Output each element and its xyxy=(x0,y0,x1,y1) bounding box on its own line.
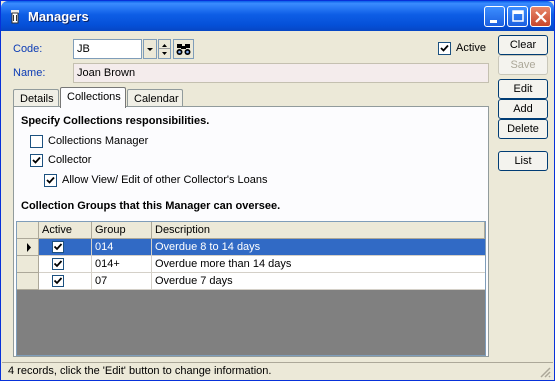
collector-label: Collector xyxy=(48,154,92,166)
checkmark-icon xyxy=(53,243,63,251)
collections-manager-checkbox[interactable] xyxy=(30,135,43,148)
code-value: JB xyxy=(77,43,90,55)
row-active-checkbox[interactable] xyxy=(52,241,64,253)
add-button[interactable]: Add xyxy=(498,99,548,119)
close-icon xyxy=(535,11,547,23)
row-group-cell[interactable]: 014 xyxy=(92,239,152,255)
delete-button[interactable]: Delete xyxy=(498,119,548,139)
row-active-cell[interactable] xyxy=(39,256,92,272)
maximize-icon xyxy=(512,10,524,22)
tab-calendar[interactable]: Calendar xyxy=(127,89,183,107)
checkmark-icon xyxy=(53,277,63,285)
binoculars-icon xyxy=(176,44,191,55)
name-value: Joan Brown xyxy=(77,67,136,79)
row-selector[interactable] xyxy=(17,239,39,256)
row-description-cell[interactable]: Overdue 8 to 14 days xyxy=(152,239,485,255)
spin-up[interactable] xyxy=(159,40,170,49)
code-label: Code: xyxy=(13,43,43,55)
active-label: Active xyxy=(456,42,486,54)
table-row[interactable]: 014 Overdue 8 to 14 days xyxy=(17,239,485,256)
resize-grip-icon[interactable] xyxy=(539,366,551,378)
name-field[interactable]: Joan Brown xyxy=(73,63,489,83)
name-label: Name: xyxy=(13,67,46,79)
row-group-cell[interactable]: 07 xyxy=(92,273,152,289)
row-description-cell[interactable]: Overdue 7 days xyxy=(152,273,485,289)
code-dropdown-button[interactable] xyxy=(143,39,157,59)
status-bar: 4 records, click the 'Edit' button to ch… xyxy=(2,362,553,380)
minimize-button[interactable] xyxy=(484,6,505,27)
row-active-checkbox[interactable] xyxy=(52,258,64,270)
responsibilities-title: Specify Collections responsibilities. xyxy=(21,115,210,127)
code-combobox[interactable]: JB xyxy=(73,39,142,59)
grid-header-group[interactable]: Group xyxy=(92,222,152,239)
list-button[interactable]: List xyxy=(498,151,548,171)
collections-manager-label: Collections Manager xyxy=(48,135,149,147)
table-row[interactable]: 07 Overdue 7 days xyxy=(17,273,485,290)
checkmark-icon xyxy=(46,176,55,184)
edit-button[interactable]: Edit xyxy=(498,79,548,99)
close-button[interactable] xyxy=(530,6,551,27)
grid-corner-header xyxy=(17,222,39,239)
grid-header-active[interactable]: Active xyxy=(39,222,92,239)
managers-window: Managers Code: JB Active Name: Joan Brow… xyxy=(0,0,555,381)
code-spin-button[interactable] xyxy=(158,39,171,59)
maximize-button[interactable] xyxy=(507,6,528,27)
row-selector[interactable] xyxy=(17,256,39,273)
title-bar[interactable]: Managers xyxy=(1,1,554,31)
row-active-cell[interactable] xyxy=(39,273,92,289)
status-text: 4 records, click the 'Edit' button to ch… xyxy=(8,365,272,377)
table-row[interactable]: 014+ Overdue more than 14 days xyxy=(17,256,485,273)
allow-edit-label: Allow View/ Edit of other Collector's Lo… xyxy=(62,174,268,186)
allow-edit-checkbox[interactable] xyxy=(44,174,57,187)
checkmark-icon xyxy=(53,260,63,268)
find-button[interactable] xyxy=(173,39,194,59)
collection-groups-grid[interactable]: Active Group Description 014 Overdue 8 t… xyxy=(16,221,486,356)
window-title: Managers xyxy=(28,9,89,24)
save-button[interactable]: Save xyxy=(498,55,548,75)
spin-down[interactable] xyxy=(159,49,170,58)
tab-collections[interactable]: Collections xyxy=(60,87,126,108)
row-active-checkbox[interactable] xyxy=(52,275,64,287)
row-pointer-icon xyxy=(27,243,31,252)
collector-checkbox[interactable] xyxy=(30,154,43,167)
checkmark-icon xyxy=(440,44,449,52)
dropdown-arrow-icon xyxy=(147,48,153,51)
checkmark-icon xyxy=(32,156,41,164)
grid-header-description[interactable]: Description xyxy=(152,222,485,239)
row-description-cell[interactable]: Overdue more than 14 days xyxy=(152,256,485,272)
row-group-cell[interactable]: 014+ xyxy=(92,256,152,272)
active-checkbox[interactable] xyxy=(438,42,451,55)
minimize-icon xyxy=(490,20,497,23)
tab-details[interactable]: Details xyxy=(13,89,59,107)
app-icon xyxy=(11,10,19,24)
clear-button[interactable]: Clear xyxy=(498,35,548,55)
groups-title: Collection Groups that this Manager can … xyxy=(21,200,281,212)
row-selector[interactable] xyxy=(17,273,39,290)
row-active-cell[interactable] xyxy=(39,239,92,255)
